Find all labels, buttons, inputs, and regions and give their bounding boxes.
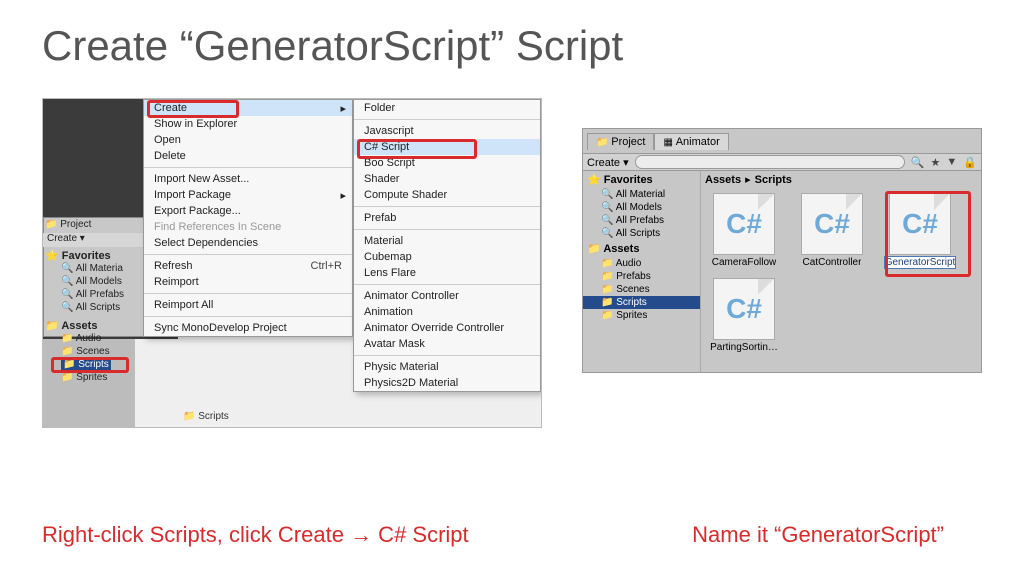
menu-item[interactable]: Animator Controller bbox=[354, 288, 540, 304]
menu-item[interactable]: Lens Flare bbox=[354, 265, 540, 281]
menu-item[interactable]: Select Dependencies bbox=[144, 235, 352, 251]
menu-item[interactable]: Animation bbox=[354, 304, 540, 320]
search-icon[interactable]: 🔍 bbox=[911, 156, 925, 169]
menu-item[interactable]: Import Package bbox=[144, 187, 352, 203]
menu-item[interactable]: Export Package... bbox=[144, 203, 352, 219]
favorites-item[interactable]: All Materia bbox=[61, 263, 123, 274]
menu-item[interactable]: Prefab bbox=[354, 210, 540, 226]
folder-item[interactable]: Sprites bbox=[583, 309, 700, 322]
folder-item[interactable]: Sprites bbox=[61, 372, 107, 383]
folder-item[interactable]: Scenes bbox=[61, 346, 110, 357]
asset-item[interactable]: C# CatController bbox=[793, 193, 871, 268]
menu-item[interactable]: Cubemap bbox=[354, 249, 540, 265]
caption-right: Name it “GeneratorScript” bbox=[692, 522, 944, 548]
assets-header[interactable]: Assets bbox=[45, 319, 97, 332]
unity-context-menu-screenshot: Project Create ▾ Favorites All MateriaAl… bbox=[42, 98, 542, 428]
bottom-path-folder: Scripts bbox=[183, 411, 229, 422]
csharp-script-icon: C# bbox=[801, 193, 863, 255]
create-dropdown[interactable]: Create ▾ bbox=[587, 156, 629, 169]
menu-item[interactable]: Reimport bbox=[144, 274, 352, 290]
asset-label: CameraFollow bbox=[712, 257, 776, 268]
csharp-script-icon: C# bbox=[713, 278, 775, 340]
menu-item[interactable]: Physics2D Material bbox=[354, 375, 540, 391]
menu-item[interactable]: Javascript bbox=[354, 123, 540, 139]
menu-item[interactable]: Compute Shader bbox=[354, 187, 540, 203]
menu-item[interactable]: Folder bbox=[354, 100, 540, 116]
folder-item[interactable]: Audio bbox=[583, 257, 700, 270]
project-sidebar: Favorites All MaterialAll ModelsAll Pref… bbox=[583, 171, 701, 372]
menu-item[interactable]: Boo Script bbox=[354, 155, 540, 171]
favorites-header: Favorites bbox=[583, 171, 700, 188]
menu-item[interactable]: Avatar Mask bbox=[354, 336, 540, 352]
csharp-script-icon: C# bbox=[713, 193, 775, 255]
chevron-right-icon: ▸ bbox=[745, 174, 751, 186]
breadcrumb[interactable]: Assets ▸ Scripts bbox=[705, 173, 792, 186]
folder-item[interactable]: Scenes bbox=[583, 283, 700, 296]
favorites-item[interactable]: All Models bbox=[583, 201, 700, 214]
menu-item[interactable]: Physic Material bbox=[354, 359, 540, 375]
csharp-script-icon: C# bbox=[889, 193, 951, 255]
star-icon[interactable]: ★ bbox=[931, 156, 941, 169]
menu-item[interactable]: Animator Override Controller bbox=[354, 320, 540, 336]
project-toolbar: Create ▾ 🔍 ★ ▼ 🔒 bbox=[583, 153, 981, 171]
menu-item[interactable]: Sync MonoDevelop Project bbox=[144, 320, 352, 336]
menu-item[interactable]: Open bbox=[144, 132, 352, 148]
folder-item[interactable]: Scripts bbox=[61, 359, 111, 370]
asset-label: PartingSortin… bbox=[710, 342, 778, 353]
project-tab[interactable]: Project bbox=[587, 133, 654, 150]
favorites-item[interactable]: All Scripts bbox=[61, 302, 120, 313]
favorites-header: Favorites bbox=[45, 249, 111, 262]
menu-item[interactable]: Import New Asset... bbox=[144, 171, 352, 187]
menu-item[interactable]: C# Script bbox=[354, 139, 540, 155]
menu-item[interactable]: Delete bbox=[144, 148, 352, 164]
slide-title: Create “GeneratorScript” Script bbox=[0, 0, 1024, 70]
menu-item[interactable]: Material bbox=[354, 233, 540, 249]
asset-item[interactable]: C# CameraFollow bbox=[705, 193, 783, 268]
folder-item[interactable]: Scripts bbox=[583, 296, 700, 309]
project-tab[interactable]: Project bbox=[45, 219, 91, 230]
assets-header[interactable]: Assets bbox=[583, 240, 700, 257]
menu-item[interactable]: Create bbox=[144, 100, 352, 116]
lock-icon[interactable]: 🔒 bbox=[963, 156, 977, 169]
animator-tab[interactable]: Animator bbox=[654, 133, 728, 150]
menu-item[interactable]: RefreshCtrl+R bbox=[144, 258, 352, 274]
context-menu-primary: CreateShow in ExplorerOpenDelete Import N… bbox=[143, 99, 353, 337]
unity-project-grid-screenshot: Project Animator Create ▾ 🔍 ★ ▼ 🔒 Favori… bbox=[582, 128, 982, 373]
breadcrumb-root[interactable]: Assets bbox=[705, 174, 741, 186]
menu-item[interactable]: Shader bbox=[354, 171, 540, 187]
menu-item[interactable]: Reimport All bbox=[144, 297, 352, 313]
favorites-item[interactable]: All Scripts bbox=[583, 227, 700, 240]
favorites-item[interactable]: All Prefabs bbox=[583, 214, 700, 227]
menu-item: Find References In Scene bbox=[144, 219, 352, 235]
filter-icon[interactable]: ▼ bbox=[946, 156, 957, 168]
favorites-item[interactable]: All Material bbox=[583, 188, 700, 201]
folder-item[interactable]: Audio bbox=[61, 333, 101, 344]
asset-label[interactable]: GeneratorScript bbox=[885, 257, 956, 268]
asset-item[interactable]: C# PartingSortin… bbox=[705, 278, 783, 353]
asset-label: CatController bbox=[803, 257, 862, 268]
asset-grid: C# CameraFollow C# CatController C# Generator… bbox=[705, 193, 977, 368]
favorites-item[interactable]: All Prefabs bbox=[61, 289, 124, 300]
folder-item[interactable]: Prefabs bbox=[583, 270, 700, 283]
caption-left: Right-click Scripts, click Create → C# S… bbox=[42, 522, 469, 548]
menu-item[interactable]: Show in Explorer bbox=[144, 116, 352, 132]
search-input[interactable] bbox=[635, 155, 905, 169]
context-menu-create-submenu: Folder JavascriptC# ScriptBoo ScriptShade… bbox=[353, 99, 541, 392]
favorites-item[interactable]: All Models bbox=[61, 276, 122, 287]
asset-item[interactable]: C# GeneratorScript bbox=[881, 193, 959, 268]
breadcrumb-leaf[interactable]: Scripts bbox=[755, 174, 792, 186]
